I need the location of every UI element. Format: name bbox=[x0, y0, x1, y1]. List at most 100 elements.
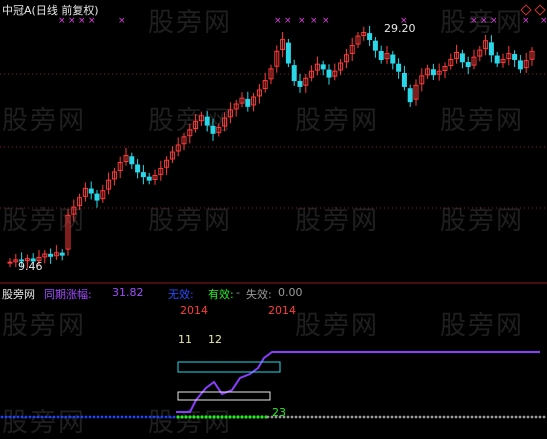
fail-dot bbox=[414, 415, 418, 419]
candlestick-chart: × × × × × × × × × × × × × × × × bbox=[0, 16, 547, 419]
indicator-value: 31.82 bbox=[112, 286, 144, 299]
signal-cluster-top bbox=[177, 361, 281, 373]
fail-dot bbox=[486, 415, 490, 419]
fail-dot bbox=[394, 415, 398, 419]
candle-body bbox=[285, 42, 291, 64]
baseline-dot bbox=[88, 415, 92, 419]
fail-dot bbox=[318, 415, 322, 419]
fail-dot bbox=[506, 415, 510, 419]
valid-dot bbox=[216, 415, 220, 419]
fail-dot bbox=[446, 415, 450, 419]
baseline-dot bbox=[56, 415, 60, 419]
candle-body bbox=[396, 63, 402, 72]
candle-body bbox=[94, 193, 100, 201]
baseline-dot bbox=[120, 415, 124, 419]
fail-dot bbox=[314, 415, 318, 419]
valid-dot bbox=[260, 415, 264, 419]
candle-body bbox=[320, 64, 326, 70]
fail-dot bbox=[466, 415, 470, 419]
fail-dot bbox=[410, 415, 414, 419]
valid-dot bbox=[212, 415, 216, 419]
valid-dot bbox=[232, 415, 236, 419]
fail-dot bbox=[322, 415, 326, 419]
baseline-dot bbox=[172, 415, 176, 419]
fail-dot bbox=[434, 415, 438, 419]
candle-body bbox=[146, 176, 152, 181]
candle-body bbox=[517, 60, 523, 70]
candle-body bbox=[291, 65, 297, 82]
legend-valid: 有效: bbox=[208, 288, 234, 301]
candle-body bbox=[135, 164, 141, 173]
baseline-dot bbox=[136, 415, 140, 419]
candle-body bbox=[48, 253, 54, 257]
fail-dot bbox=[290, 415, 294, 419]
fail-dot bbox=[342, 415, 346, 419]
baseline-dot bbox=[148, 415, 152, 419]
candle-body bbox=[129, 156, 135, 165]
candle-body bbox=[488, 42, 494, 56]
baseline-dot bbox=[104, 415, 108, 419]
fail-dot bbox=[442, 415, 446, 419]
baseline-dot bbox=[152, 415, 156, 419]
baseline-dot bbox=[140, 415, 144, 419]
fail-dot bbox=[374, 415, 378, 419]
candle-body bbox=[88, 188, 94, 194]
year-label-left: 2014 bbox=[180, 304, 208, 317]
baseline-dot bbox=[128, 415, 132, 419]
baseline-dot bbox=[168, 415, 172, 419]
baseline-dot bbox=[48, 415, 52, 419]
fail-dot bbox=[430, 415, 434, 419]
baseline-dot bbox=[144, 415, 148, 419]
fail-dot bbox=[462, 415, 466, 419]
signal-marker: × bbox=[322, 16, 330, 26]
signal-marker: × bbox=[470, 16, 478, 26]
indicator-source: 股旁网 bbox=[2, 288, 35, 301]
valid-dot bbox=[188, 415, 192, 419]
fail-dot bbox=[326, 415, 330, 419]
fail-dot bbox=[350, 415, 354, 419]
valid-dot bbox=[236, 415, 240, 419]
baseline-dot bbox=[0, 415, 4, 419]
fail-dot bbox=[482, 415, 486, 419]
fail-dot bbox=[362, 415, 366, 419]
fail-dot bbox=[346, 415, 350, 419]
valid-dot bbox=[248, 415, 252, 419]
fail-dot bbox=[398, 415, 402, 419]
fail-dot bbox=[386, 415, 390, 419]
candle-body bbox=[512, 54, 518, 60]
candle-body bbox=[7, 261, 13, 264]
fail-dot bbox=[390, 415, 394, 419]
count-label-bottom: 23 bbox=[272, 406, 286, 419]
chart-title: 中冠A(日线 前复权) bbox=[2, 4, 99, 17]
baseline-dot bbox=[96, 415, 100, 419]
candle-body bbox=[459, 53, 465, 63]
candle-body bbox=[245, 98, 251, 107]
fail-dot bbox=[418, 415, 422, 419]
baseline-dot bbox=[164, 415, 168, 419]
fail-dot bbox=[330, 415, 334, 419]
signal-marker: × bbox=[480, 16, 488, 26]
fail-dot bbox=[498, 415, 502, 419]
valid-dot bbox=[208, 415, 212, 419]
baseline-dot bbox=[160, 415, 164, 419]
valid-dot bbox=[252, 415, 256, 419]
candle-body bbox=[326, 69, 332, 78]
signal-marker: × bbox=[118, 16, 126, 26]
signal-marker: × bbox=[540, 16, 547, 26]
fail-dot bbox=[490, 415, 494, 419]
legend-fail-value: 0.00 bbox=[278, 286, 303, 299]
valid-dot bbox=[224, 415, 228, 419]
fail-dot bbox=[406, 415, 410, 419]
baseline-dot bbox=[116, 415, 120, 419]
baseline-dot bbox=[36, 415, 40, 419]
fail-dot bbox=[354, 415, 358, 419]
baseline-dot bbox=[44, 415, 48, 419]
baseline-dot bbox=[84, 415, 88, 419]
baseline-dot bbox=[24, 415, 28, 419]
signal-marker: × bbox=[284, 16, 292, 26]
valid-dot bbox=[180, 415, 184, 419]
fail-dot bbox=[302, 415, 306, 419]
baseline-dot bbox=[80, 415, 84, 419]
fail-dot bbox=[306, 415, 310, 419]
fail-dot bbox=[526, 415, 530, 419]
